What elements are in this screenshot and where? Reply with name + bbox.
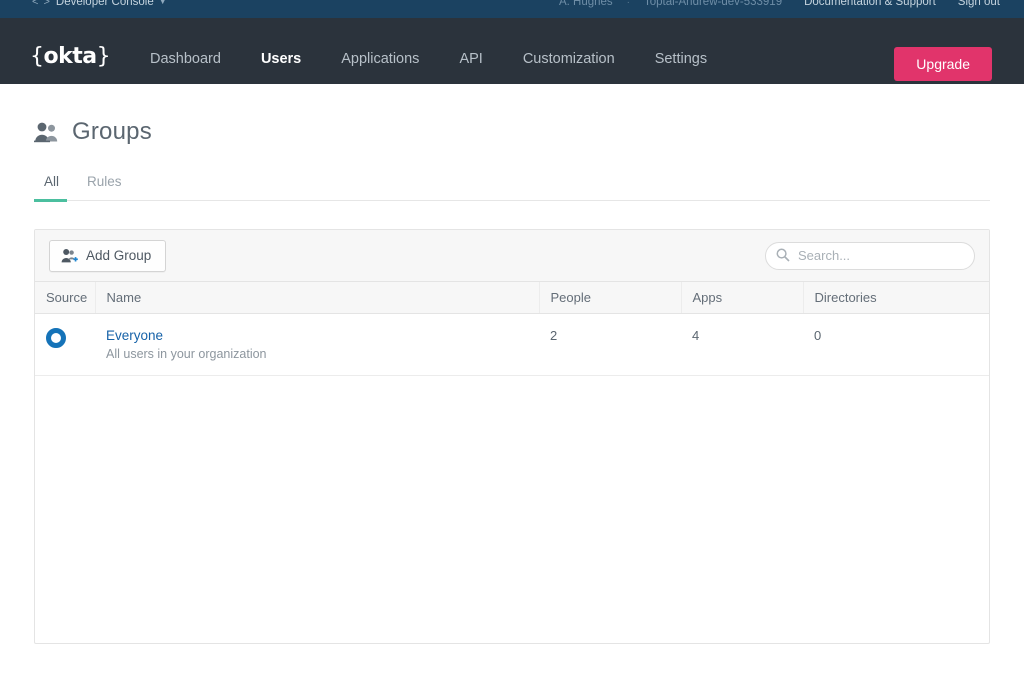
tab-all[interactable]: All bbox=[34, 174, 73, 200]
table-row[interactable]: Everyone All users in your organization … bbox=[35, 314, 989, 376]
nav-item-customization[interactable]: Customization bbox=[503, 51, 635, 67]
cell-directories-count: 0 bbox=[803, 314, 989, 376]
group-description: All users in your organization bbox=[106, 347, 528, 361]
groups-people-icon bbox=[34, 121, 60, 143]
page-header: Groups bbox=[0, 84, 1024, 146]
documentation-support-link[interactable]: Documentation & Support bbox=[804, 0, 936, 8]
page-content: Groups All Rules Add Group bbox=[0, 84, 1024, 644]
cell-apps-count: 4 bbox=[681, 314, 803, 376]
user-name: A. Hughes bbox=[559, 0, 613, 8]
column-header-apps[interactable]: Apps bbox=[681, 282, 803, 314]
tab-rules[interactable]: Rules bbox=[73, 174, 136, 200]
cell-name: Everyone All users in your organization bbox=[95, 314, 539, 376]
developer-console-label[interactable]: Developer Console bbox=[56, 0, 154, 8]
top-utility-bar: < > Developer Console ▼ A. Hughes · Topt… bbox=[0, 0, 1024, 18]
sign-out-link[interactable]: Sign out bbox=[958, 0, 1000, 8]
primary-nav: Dashboard Users Applications API Customi… bbox=[130, 51, 727, 67]
add-person-group-icon bbox=[61, 248, 78, 264]
search-icon bbox=[776, 248, 790, 262]
tab-bar: All Rules bbox=[34, 168, 990, 201]
nav-item-settings[interactable]: Settings bbox=[635, 51, 727, 67]
search-input[interactable] bbox=[765, 242, 975, 270]
panel-toolbar: Add Group bbox=[35, 230, 989, 282]
logo-open-brace: { bbox=[30, 44, 44, 69]
logo-wordmark: okta bbox=[44, 44, 97, 69]
add-group-button[interactable]: Add Group bbox=[49, 240, 166, 272]
nav-item-api[interactable]: API bbox=[439, 51, 502, 67]
table-body: Everyone All users in your organization … bbox=[35, 314, 989, 376]
code-brackets-icon: < > bbox=[32, 0, 51, 8]
group-name-link[interactable]: Everyone bbox=[106, 328, 528, 343]
table-head: Source Name People Apps Directories bbox=[35, 282, 989, 314]
column-header-source[interactable]: Source bbox=[35, 282, 95, 314]
column-header-people[interactable]: People bbox=[539, 282, 681, 314]
nav-item-dashboard[interactable]: Dashboard bbox=[130, 51, 241, 67]
cell-people-count: 2 bbox=[539, 314, 681, 376]
groups-table: Source Name People Apps Directories Ever… bbox=[35, 282, 989, 376]
okta-logo[interactable]: {okta} bbox=[30, 46, 110, 68]
org-name: Toptal-Andrew-dev-533919 bbox=[644, 0, 782, 8]
nav-item-users[interactable]: Users bbox=[241, 51, 321, 67]
page-title: Groups bbox=[72, 118, 152, 146]
okta-ring-icon bbox=[46, 328, 66, 348]
column-header-name[interactable]: Name bbox=[95, 282, 539, 314]
chevron-down-icon: ▼ bbox=[159, 0, 167, 6]
account-info: A. Hughes · Toptal-Andrew-dev-533919 bbox=[559, 0, 782, 8]
developer-console-switcher[interactable]: < > Developer Console ▼ bbox=[32, 0, 167, 8]
nav-item-applications[interactable]: Applications bbox=[321, 51, 439, 67]
search-container bbox=[765, 242, 975, 270]
column-header-directories[interactable]: Directories bbox=[803, 282, 989, 314]
main-navbar: {okta} Dashboard Users Applications API … bbox=[0, 18, 1024, 84]
table-header-row: Source Name People Apps Directories bbox=[35, 282, 989, 314]
upgrade-button[interactable]: Upgrade bbox=[894, 47, 992, 81]
separator-dot: · bbox=[627, 0, 630, 8]
groups-panel: Add Group Source Name People Apps bbox=[34, 229, 990, 644]
add-group-label: Add Group bbox=[86, 248, 151, 263]
logo-close-brace: } bbox=[97, 44, 111, 69]
cell-source bbox=[35, 314, 95, 376]
